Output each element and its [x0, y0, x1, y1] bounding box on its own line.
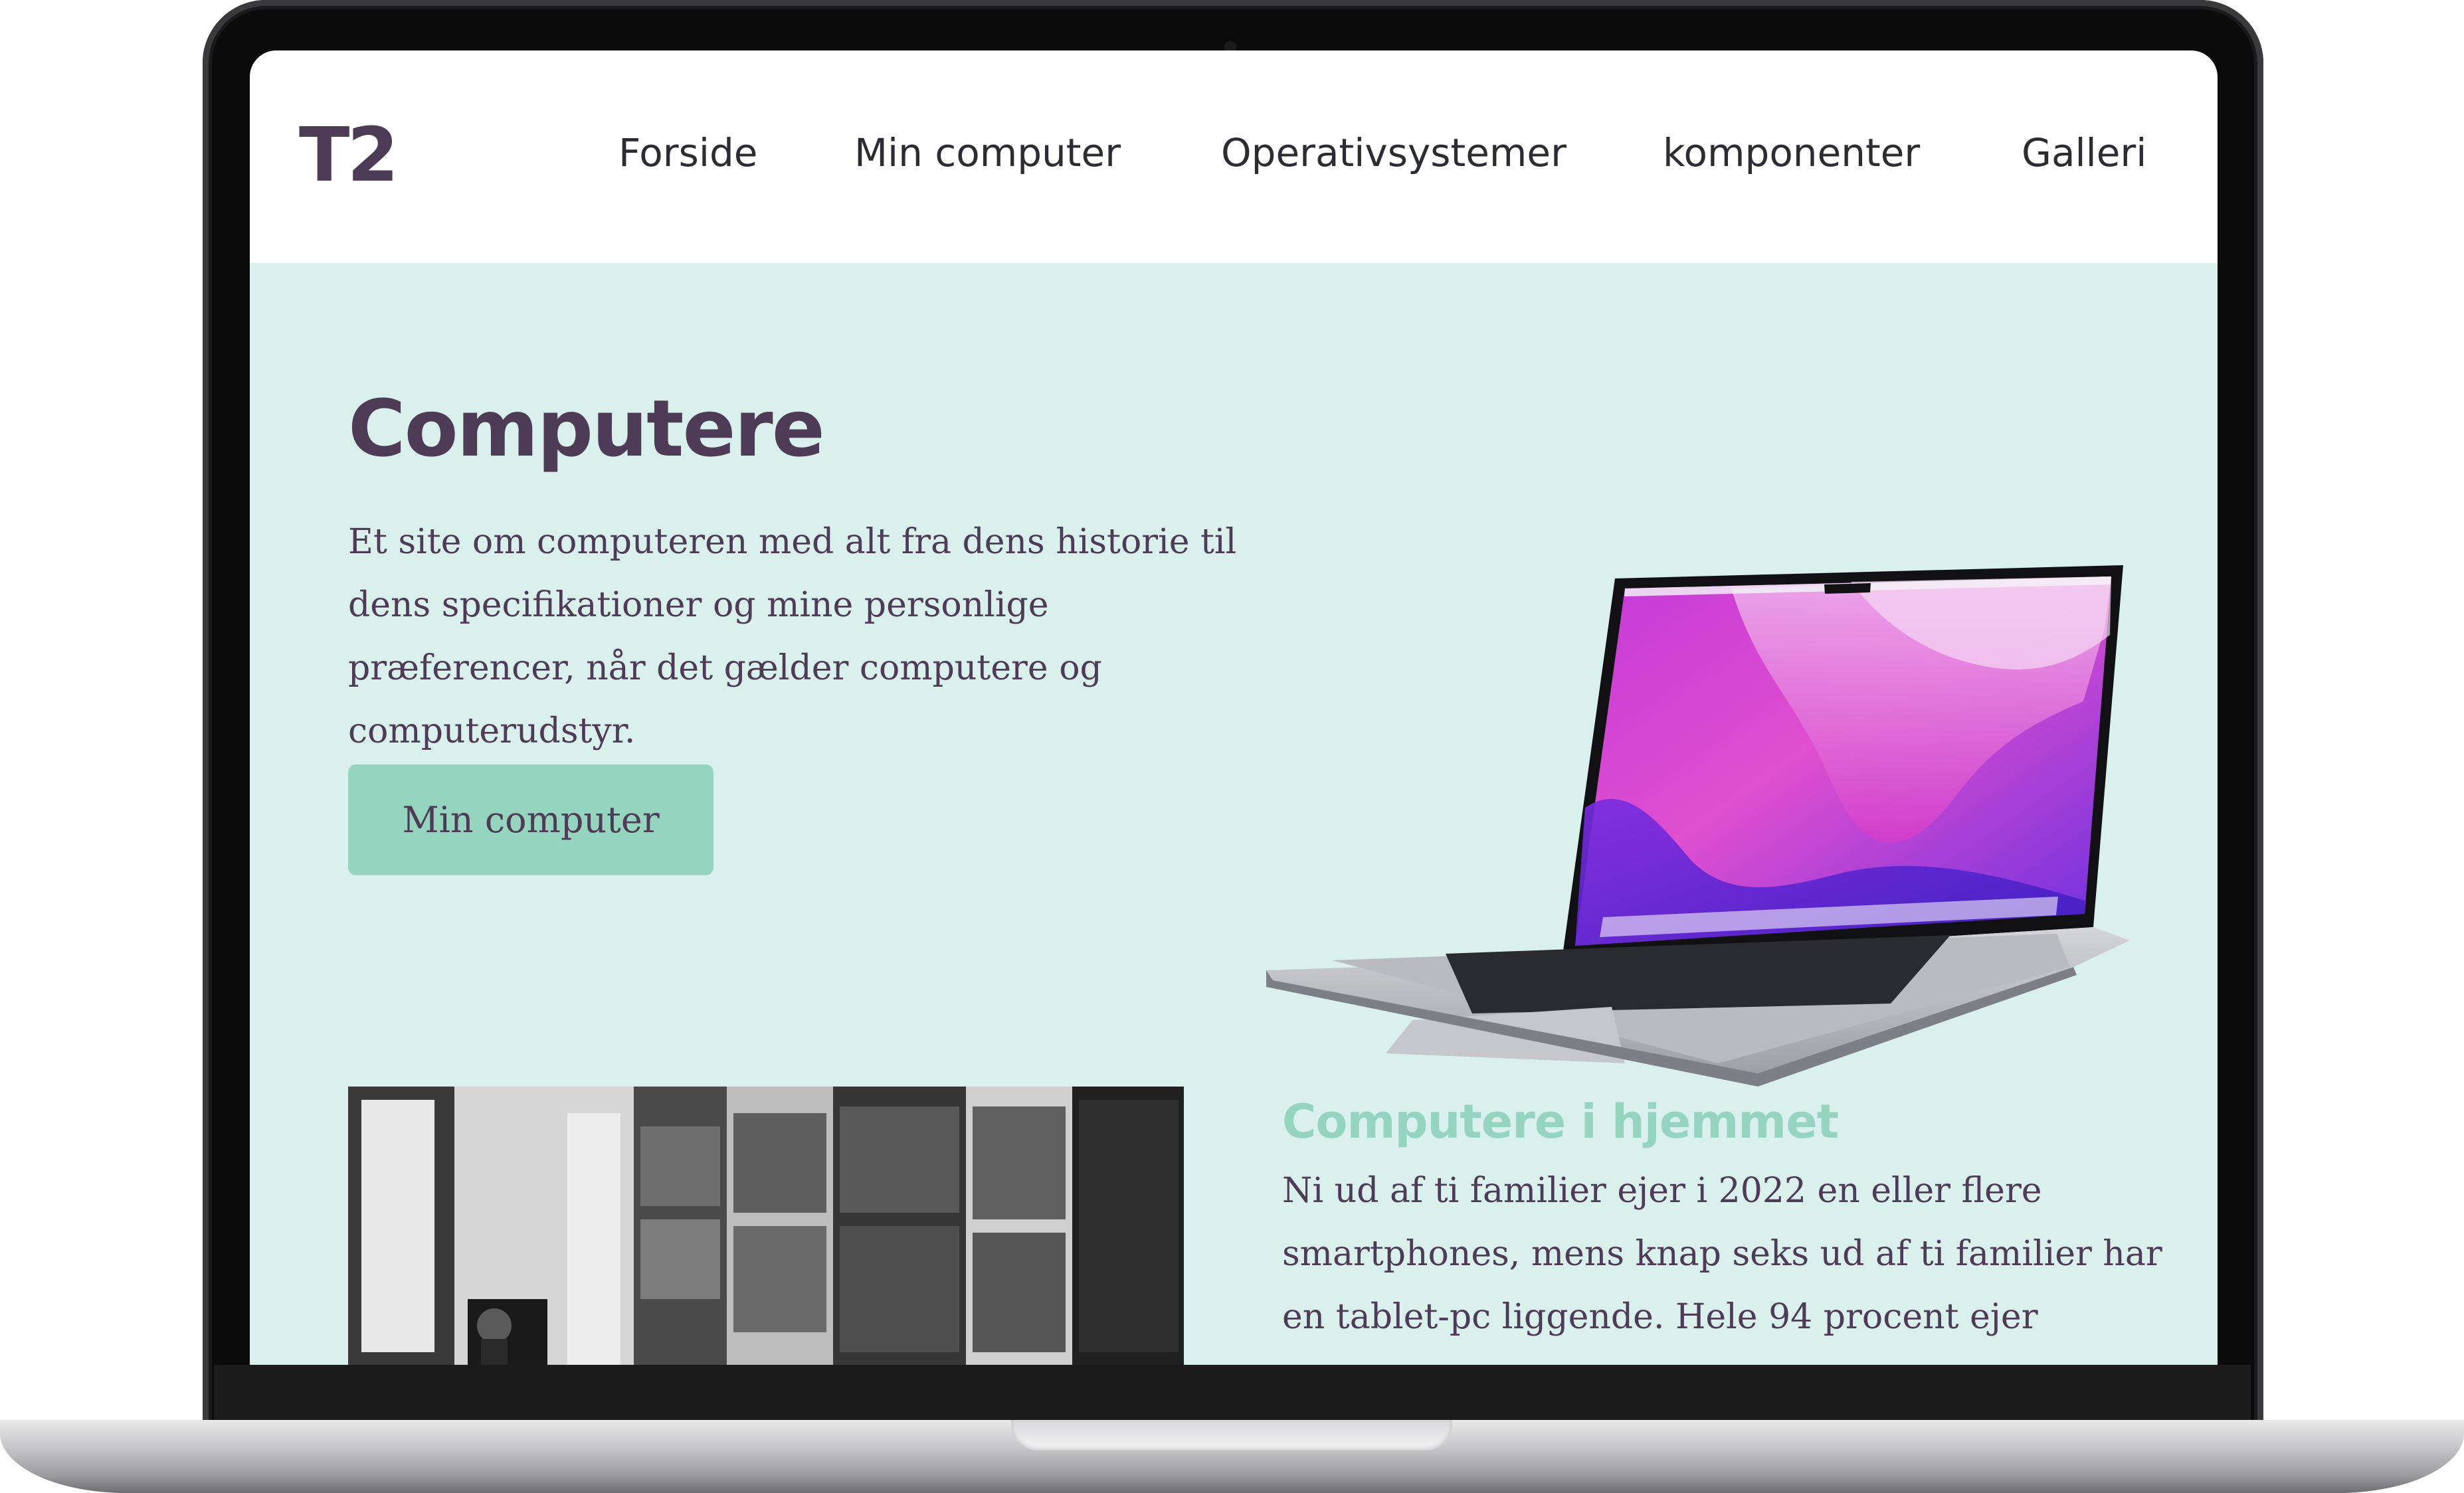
laptop-image — [1266, 565, 2130, 1087]
nav-item-operativsystemer[interactable]: Operativsystemer — [1221, 130, 1566, 175]
laptop-mockup-notch — [1011, 1420, 1452, 1450]
section-text: Ni ud af ti familier ejer i 2022 en elle… — [1282, 1171, 2162, 1337]
hero-description: Et site om computeren med alt fra dens h… — [348, 522, 1237, 751]
website-screen: T2 Forside Min computer Operativsystemer… — [250, 50, 2218, 1365]
nav-item-galleri[interactable]: Galleri — [2022, 130, 2146, 175]
min-computer-button[interactable]: Min computer — [348, 764, 713, 875]
navbar: T2 Forside Min computer Operativsystemer… — [250, 50, 2218, 263]
page-title: Computere — [348, 383, 825, 474]
nav-item-forside[interactable]: Forside — [618, 130, 757, 175]
site-logo[interactable]: T2 — [299, 112, 399, 199]
nav-item-komponenter[interactable]: komponenter — [1663, 130, 1920, 175]
laptop-mockup-hinge — [214, 1365, 2251, 1425]
nav-item-min-computer[interactable]: Min computer — [854, 130, 1121, 175]
mainframe-photo — [348, 1087, 1184, 1365]
section-title: Computere i hjemmet — [1282, 1095, 1839, 1149]
